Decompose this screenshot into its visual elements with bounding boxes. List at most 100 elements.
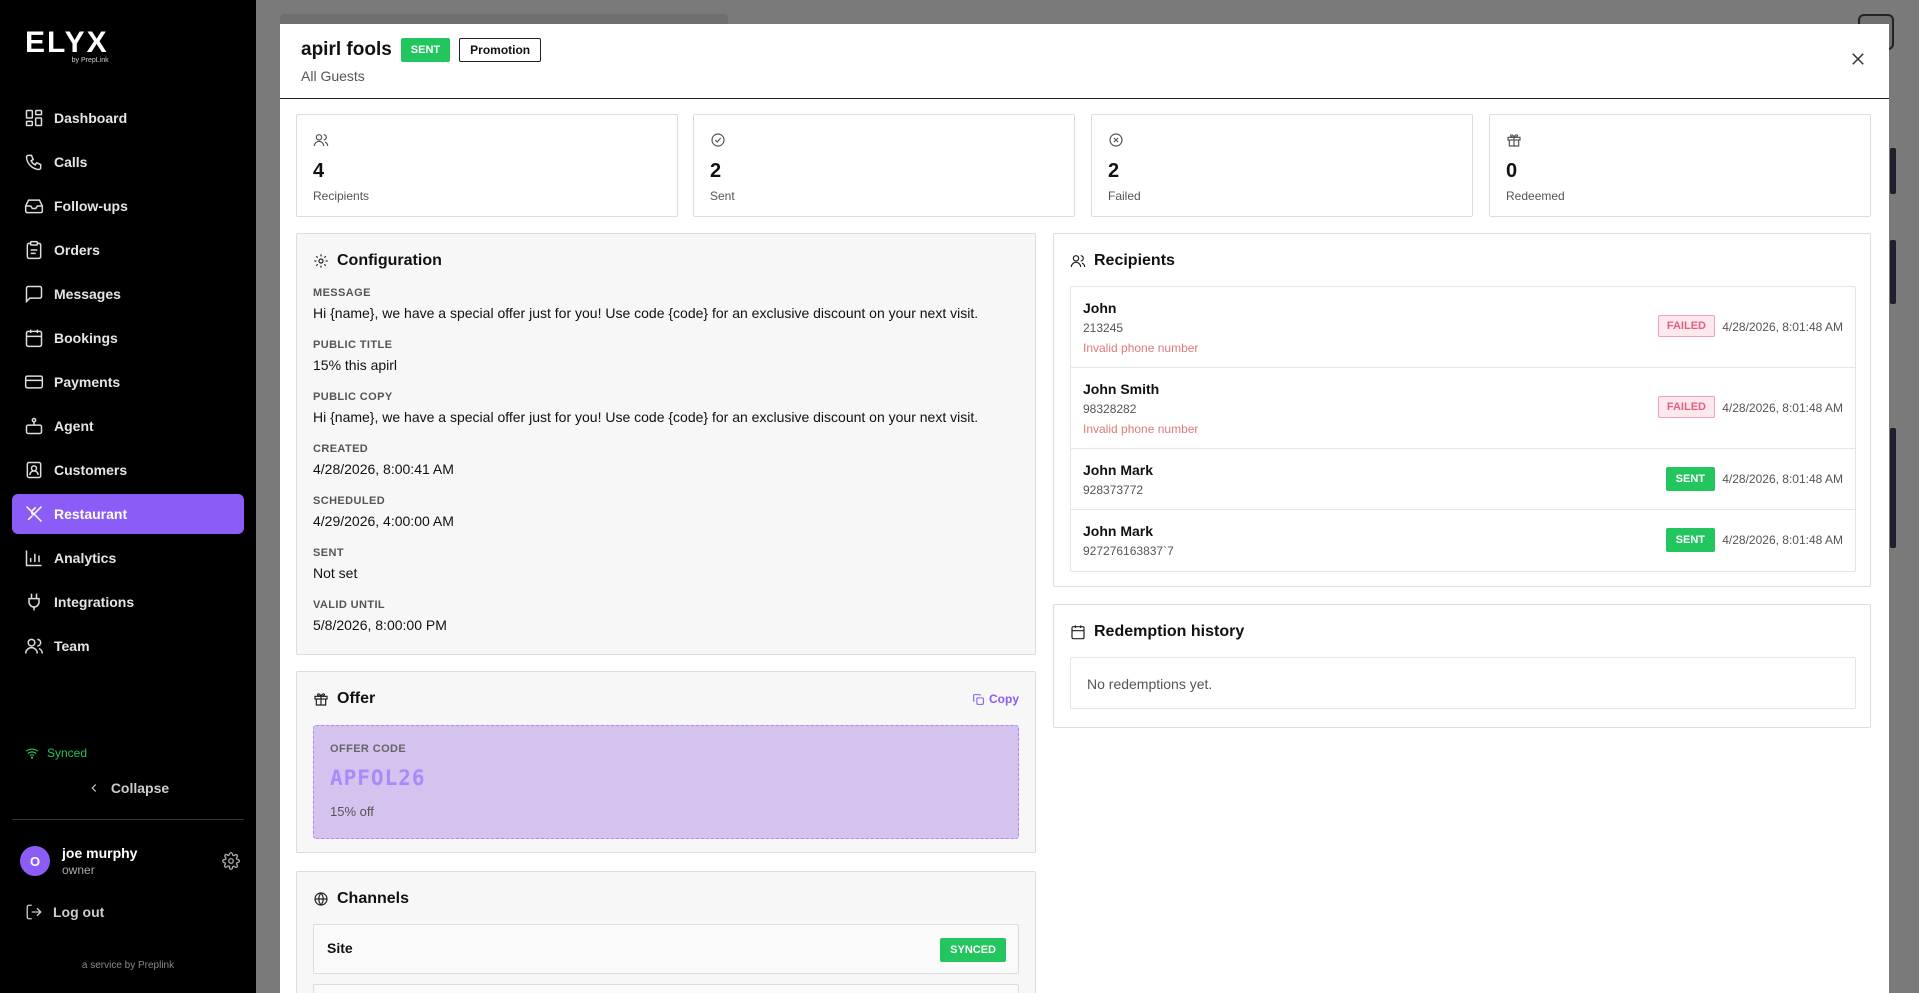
recipient-name: John	[1083, 300, 1117, 316]
campaign-detail-modal: apirl fools SENT Promotion All Guests 4 …	[280, 24, 1889, 993]
sidebar-item-calls[interactable]: Calls	[12, 142, 244, 182]
config-value: 15% this apirl	[313, 357, 398, 373]
plug-icon	[28, 593, 40, 611]
utensils-icon	[25, 505, 43, 523]
type-badge: Promotion	[459, 38, 542, 62]
sidebar: ELYX by PrepLink Dashboard Calls Follow-…	[0, 0, 256, 993]
redemption-title-text: Redemption history	[1094, 623, 1245, 640]
sidebar-item-integrations[interactable]: Integrations	[12, 582, 244, 622]
message-icon	[25, 285, 43, 304]
recipient-phone: 927276163837`7	[1083, 544, 1174, 558]
dashboard-icon	[25, 109, 43, 127]
offer-title: Offer	[313, 690, 375, 708]
sync-status: Synced	[25, 746, 87, 760]
offer-code-box: OFFER CODE APFOL26 15% off	[313, 725, 1019, 839]
sidebar-item-label: Orders	[54, 242, 100, 258]
channels-title-text: Channels	[337, 890, 410, 907]
config-field-sent: SENT Not set	[313, 547, 357, 581]
recipient-phone: 928373772	[1083, 483, 1144, 497]
modal-title-row: apirl fools SENT Promotion	[301, 38, 542, 62]
config-value: Not set	[313, 565, 358, 581]
sidebar-item-orders[interactable]: Orders	[12, 230, 244, 270]
channels-panel: Channels Site SYNCED	[296, 871, 1036, 993]
channels-title: Channels	[313, 890, 409, 908]
config-label: MESSAGE	[313, 287, 371, 299]
offer-description: 15% off	[330, 804, 374, 819]
gift-icon	[314, 693, 328, 706]
channel-status-badge: SYNCED	[940, 938, 1006, 962]
check-circle-icon	[711, 133, 725, 147]
background-edge-element	[1890, 428, 1896, 548]
sidebar-item-messages[interactable]: Messages	[12, 274, 244, 314]
status-badge: SENT	[400, 38, 451, 62]
sidebar-item-team[interactable]: Team	[12, 626, 244, 666]
config-value: Hi {name}, we have a special offer just …	[313, 305, 979, 321]
gift-icon	[1507, 134, 1521, 147]
stat-label: Failed	[1108, 189, 1141, 203]
chevron-left-icon	[91, 784, 96, 792]
modal-header: apirl fools SENT Promotion All Guests	[280, 24, 1889, 99]
credit-card-icon	[24, 375, 44, 389]
redemption-empty-state: No redemptions yet.	[1070, 657, 1856, 709]
x-circle-icon	[1109, 133, 1123, 147]
sidebar-item-label: Team	[54, 638, 90, 654]
collapse-button[interactable]: Collapse	[0, 780, 256, 796]
sidebar-item-label: Calls	[54, 154, 88, 170]
recipient-row: John 213245 Invalid phone number FAILED …	[1071, 287, 1855, 368]
configuration-title: Configuration	[313, 252, 442, 270]
audience-label: All Guests	[301, 68, 365, 84]
copy-code-button[interactable]: Copy	[972, 692, 1019, 706]
stat-card-failed: 2 Failed	[1091, 114, 1473, 217]
sidebar-item-follow-ups[interactable]: Follow-ups	[12, 186, 244, 226]
config-label: SENT	[313, 547, 344, 559]
inbox-icon	[24, 199, 44, 214]
config-field-message: MESSAGE Hi {name}, we have a special off…	[313, 287, 978, 321]
avatar[interactable]: O	[20, 846, 50, 876]
recipient-phone: 213245	[1083, 321, 1124, 335]
config-value: 5/8/2026, 8:00:00 PM	[313, 617, 447, 633]
sidebar-item-customers[interactable]: Customers	[12, 450, 244, 490]
stat-label: Sent	[710, 189, 735, 203]
sidebar-item-label: Customers	[54, 462, 128, 478]
sidebar-item-label: Analytics	[54, 550, 117, 566]
sidebar-item-restaurant[interactable]: Restaurant	[12, 494, 244, 534]
sidebar-divider	[12, 819, 244, 820]
phone-icon	[25, 154, 42, 171]
config-label: PUBLIC TITLE	[313, 339, 393, 351]
config-value: 4/28/2026, 8:00:41 AM	[313, 461, 454, 477]
redemption-empty-text: No redemptions yet.	[1087, 676, 1213, 692]
recipients-title: Recipients	[1070, 252, 1175, 270]
stat-label: Recipients	[313, 189, 370, 203]
recipient-row: John Mark 928373772 SENT 4/28/2026, 8:01…	[1071, 449, 1855, 510]
sidebar-item-dashboard[interactable]: Dashboard	[12, 98, 244, 138]
redemption-history-panel: Redemption history No redemptions yet.	[1053, 604, 1871, 728]
gear-icon[interactable]	[222, 852, 240, 870]
stat-value: 2	[1108, 160, 1120, 182]
config-field-valid-until: VALID UNTIL 5/8/2026, 8:00:00 PM	[313, 599, 447, 633]
service-footer: a service by Preplink	[81, 960, 175, 971]
sidebar-item-payments[interactable]: Payments	[12, 362, 244, 402]
recipient-row: John Smith 98328282 Invalid phone number…	[1071, 368, 1855, 449]
recipient-name: John Mark	[1083, 523, 1154, 539]
sidebar-item-agent[interactable]: Agent	[12, 406, 244, 446]
recipient-timestamp: 4/28/2026, 8:01:48 AM	[1722, 472, 1843, 486]
brand-logo[interactable]: ELYX by PrepLink	[25, 28, 109, 65]
status-badge: FAILED	[1657, 396, 1715, 418]
close-icon[interactable]	[1849, 50, 1867, 68]
status-badge: SENT	[1665, 467, 1715, 491]
offer-panel: Offer Copy OFFER CODE APFOL26 15% off	[296, 671, 1036, 853]
logout-button[interactable]: Log out	[25, 903, 104, 921]
sync-status-label: Synced	[47, 746, 88, 760]
copy-label: Copy	[989, 692, 1019, 706]
stat-card-sent: 2 Sent	[693, 114, 1075, 217]
sidebar-item-label: Follow-ups	[54, 198, 128, 214]
sidebar-item-analytics[interactable]: Analytics	[12, 538, 244, 578]
config-label: PUBLIC COPY	[313, 391, 393, 403]
sidebar-nav: Dashboard Calls Follow-ups Orders Messag…	[12, 98, 244, 670]
sidebar-item-label: Integrations	[54, 594, 135, 610]
config-label: VALID UNTIL	[313, 599, 386, 611]
sidebar-item-label: Bookings	[54, 330, 118, 346]
sidebar-item-bookings[interactable]: Bookings	[12, 318, 244, 358]
sidebar-item-label: Agent	[54, 418, 94, 434]
user-name: joe murphy	[62, 845, 138, 861]
